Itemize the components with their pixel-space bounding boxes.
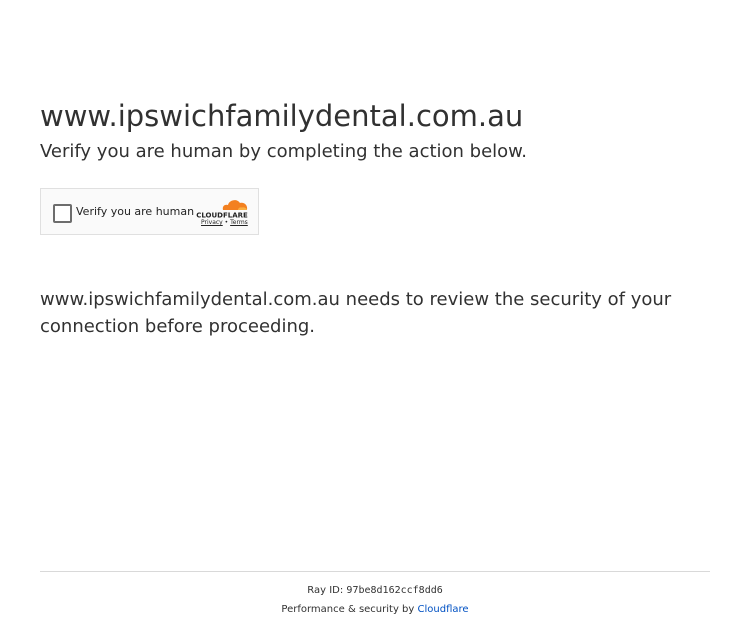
terms-link[interactable]: Terms (230, 219, 248, 226)
page-title: www.ipswichfamilydental.com.au (40, 99, 524, 133)
human-verification-widget: Verify you are human CLOUDFLARE Privacy … (40, 188, 259, 235)
cloudflare-logo-icon: CLOUDFLARE (196, 200, 248, 220)
page-subtitle: Verify you are human by completing the a… (40, 141, 527, 162)
verify-checkbox[interactable] (53, 204, 72, 223)
verify-label[interactable]: Verify you are human (76, 204, 194, 220)
cloudflare-link[interactable]: Cloudflare (418, 604, 469, 615)
performance-line: Performance & security by Cloudflare (0, 603, 750, 617)
performance-label: Performance & security by (281, 604, 415, 615)
footer-divider (40, 571, 710, 572)
privacy-link[interactable]: Privacy (201, 219, 223, 226)
ray-id-line: Ray ID: 97be8d162ccf8dd6 (0, 584, 750, 598)
challenge-page: www.ipswichfamilydental.com.au Verify yo… (0, 0, 750, 628)
link-separator: • (224, 219, 229, 226)
widget-links: Privacy • Terms (201, 219, 248, 227)
security-notice: www.ipswichfamilydental.com.au needs to … (40, 289, 672, 337)
ray-id-label: Ray ID: (307, 585, 344, 596)
ray-id-value: 97be8d162ccf8dd6 (346, 585, 443, 596)
